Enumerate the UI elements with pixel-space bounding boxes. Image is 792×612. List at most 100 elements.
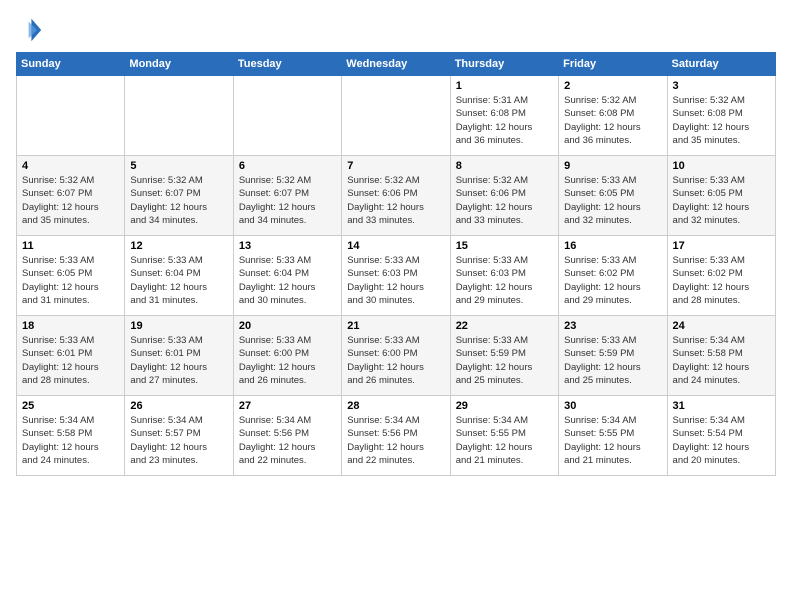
logo-icon: [16, 16, 44, 44]
day-info: Sunrise: 5:33 AM Sunset: 6:02 PM Dayligh…: [564, 254, 661, 307]
day-number: 6: [239, 160, 336, 172]
calendar-week-row: 25 Sunrise: 5:34 AM Sunset: 5:58 PM Dayli…: [17, 396, 776, 476]
day-info: Sunrise: 5:33 AM Sunset: 6:00 PM Dayligh…: [239, 334, 336, 387]
day-number: 25: [22, 400, 119, 412]
calendar-cell: 29 Sunrise: 5:34 AM Sunset: 5:55 PM Dayli…: [450, 396, 558, 476]
weekday-header-row: SundayMondayTuesdayWednesdayThursdayFrid…: [17, 53, 776, 76]
day-info: Sunrise: 5:34 AM Sunset: 5:55 PM Dayligh…: [564, 414, 661, 467]
day-info: Sunrise: 5:33 AM Sunset: 6:00 PM Dayligh…: [347, 334, 444, 387]
day-number: 17: [673, 240, 770, 252]
day-info: Sunrise: 5:33 AM Sunset: 5:59 PM Dayligh…: [564, 334, 661, 387]
calendar-cell: 14 Sunrise: 5:33 AM Sunset: 6:03 PM Dayli…: [342, 236, 450, 316]
day-info: Sunrise: 5:32 AM Sunset: 6:06 PM Dayligh…: [347, 174, 444, 227]
day-number: 5: [130, 160, 227, 172]
day-info: Sunrise: 5:34 AM Sunset: 5:55 PM Dayligh…: [456, 414, 553, 467]
day-info: Sunrise: 5:34 AM Sunset: 5:54 PM Dayligh…: [673, 414, 770, 467]
calendar-cell: 20 Sunrise: 5:33 AM Sunset: 6:00 PM Dayli…: [233, 316, 341, 396]
day-number: 2: [564, 80, 661, 92]
calendar-cell: 31 Sunrise: 5:34 AM Sunset: 5:54 PM Dayli…: [667, 396, 775, 476]
calendar-week-row: 18 Sunrise: 5:33 AM Sunset: 6:01 PM Dayli…: [17, 316, 776, 396]
calendar-cell: 10 Sunrise: 5:33 AM Sunset: 6:05 PM Dayli…: [667, 156, 775, 236]
calendar-cell: 3Sunrise: 5:32 AM Sunset: 6:08 PM Daylig…: [667, 76, 775, 156]
calendar-cell: 2Sunrise: 5:32 AM Sunset: 6:08 PM Daylig…: [559, 76, 667, 156]
day-number: 1: [456, 80, 553, 92]
calendar-cell: 17Sunrise: 5:33 AM Sunset: 6:02 PM Dayli…: [667, 236, 775, 316]
calendar-cell: 21Sunrise: 5:33 AM Sunset: 6:00 PM Dayli…: [342, 316, 450, 396]
calendar-cell: 6Sunrise: 5:32 AM Sunset: 6:07 PM Daylig…: [233, 156, 341, 236]
calendar-cell: 19 Sunrise: 5:33 AM Sunset: 6:01 PM Dayli…: [125, 316, 233, 396]
calendar-cell: 4 Sunrise: 5:32 AM Sunset: 6:07 PM Daylig…: [17, 156, 125, 236]
logo: [16, 16, 48, 44]
calendar-cell: [233, 76, 341, 156]
weekday-header-saturday: Saturday: [667, 53, 775, 76]
day-info: Sunrise: 5:31 AM Sunset: 6:08 PM Dayligh…: [456, 94, 553, 147]
day-number: 22: [456, 320, 553, 332]
day-number: 10: [673, 160, 770, 172]
day-info: Sunrise: 5:33 AM Sunset: 6:03 PM Dayligh…: [347, 254, 444, 307]
day-number: 30: [564, 400, 661, 412]
calendar-cell: [125, 76, 233, 156]
calendar-cell: [17, 76, 125, 156]
day-number: 8: [456, 160, 553, 172]
day-number: 7: [347, 160, 444, 172]
weekday-header-monday: Monday: [125, 53, 233, 76]
day-info: Sunrise: 5:33 AM Sunset: 6:05 PM Dayligh…: [673, 174, 770, 227]
day-number: 18: [22, 320, 119, 332]
day-number: 24: [673, 320, 770, 332]
calendar-week-row: 4 Sunrise: 5:32 AM Sunset: 6:07 PM Daylig…: [17, 156, 776, 236]
calendar-table: SundayMondayTuesdayWednesdayThursdayFrid…: [16, 52, 776, 476]
day-number: 31: [673, 400, 770, 412]
calendar-cell: 11 Sunrise: 5:33 AM Sunset: 6:05 PM Dayli…: [17, 236, 125, 316]
day-info: Sunrise: 5:33 AM Sunset: 6:05 PM Dayligh…: [22, 254, 119, 307]
calendar-cell: 5Sunrise: 5:32 AM Sunset: 6:07 PM Daylig…: [125, 156, 233, 236]
day-number: 27: [239, 400, 336, 412]
day-number: 9: [564, 160, 661, 172]
calendar-cell: 23 Sunrise: 5:33 AM Sunset: 5:59 PM Dayli…: [559, 316, 667, 396]
calendar-cell: 18 Sunrise: 5:33 AM Sunset: 6:01 PM Dayli…: [17, 316, 125, 396]
day-info: Sunrise: 5:33 AM Sunset: 6:04 PM Dayligh…: [130, 254, 227, 307]
day-number: 16: [564, 240, 661, 252]
calendar-cell: 1 Sunrise: 5:31 AM Sunset: 6:08 PM Daylig…: [450, 76, 558, 156]
weekday-header-thursday: Thursday: [450, 53, 558, 76]
calendar-cell: 26Sunrise: 5:34 AM Sunset: 5:57 PM Dayli…: [125, 396, 233, 476]
calendar-cell: 9 Sunrise: 5:33 AM Sunset: 6:05 PM Daylig…: [559, 156, 667, 236]
day-info: Sunrise: 5:34 AM Sunset: 5:56 PM Dayligh…: [239, 414, 336, 467]
calendar-cell: 13Sunrise: 5:33 AM Sunset: 6:04 PM Dayli…: [233, 236, 341, 316]
calendar-cell: [342, 76, 450, 156]
day-info: Sunrise: 5:33 AM Sunset: 6:01 PM Dayligh…: [22, 334, 119, 387]
weekday-header-tuesday: Tuesday: [233, 53, 341, 76]
day-info: Sunrise: 5:34 AM Sunset: 5:58 PM Dayligh…: [673, 334, 770, 387]
day-number: 29: [456, 400, 553, 412]
day-info: Sunrise: 5:34 AM Sunset: 5:56 PM Dayligh…: [347, 414, 444, 467]
day-info: Sunrise: 5:32 AM Sunset: 6:06 PM Dayligh…: [456, 174, 553, 227]
day-number: 11: [22, 240, 119, 252]
day-info: Sunrise: 5:34 AM Sunset: 5:57 PM Dayligh…: [130, 414, 227, 467]
day-number: 19: [130, 320, 227, 332]
calendar-cell: 15 Sunrise: 5:33 AM Sunset: 6:03 PM Dayli…: [450, 236, 558, 316]
calendar-cell: 7 Sunrise: 5:32 AM Sunset: 6:06 PM Daylig…: [342, 156, 450, 236]
weekday-header-wednesday: Wednesday: [342, 53, 450, 76]
day-info: Sunrise: 5:33 AM Sunset: 5:59 PM Dayligh…: [456, 334, 553, 387]
day-info: Sunrise: 5:33 AM Sunset: 6:04 PM Dayligh…: [239, 254, 336, 307]
day-number: 12: [130, 240, 227, 252]
day-info: Sunrise: 5:33 AM Sunset: 6:05 PM Dayligh…: [564, 174, 661, 227]
day-info: Sunrise: 5:32 AM Sunset: 6:07 PM Dayligh…: [22, 174, 119, 227]
calendar-cell: 28Sunrise: 5:34 AM Sunset: 5:56 PM Dayli…: [342, 396, 450, 476]
calendar-cell: 12 Sunrise: 5:33 AM Sunset: 6:04 PM Dayli…: [125, 236, 233, 316]
page-header: [16, 16, 776, 44]
weekday-header-friday: Friday: [559, 53, 667, 76]
calendar-cell: 30 Sunrise: 5:34 AM Sunset: 5:55 PM Dayli…: [559, 396, 667, 476]
day-number: 20: [239, 320, 336, 332]
day-number: 15: [456, 240, 553, 252]
day-info: Sunrise: 5:33 AM Sunset: 6:01 PM Dayligh…: [130, 334, 227, 387]
day-number: 14: [347, 240, 444, 252]
calendar-cell: 16 Sunrise: 5:33 AM Sunset: 6:02 PM Dayli…: [559, 236, 667, 316]
calendar-cell: 25 Sunrise: 5:34 AM Sunset: 5:58 PM Dayli…: [17, 396, 125, 476]
calendar-cell: 8 Sunrise: 5:32 AM Sunset: 6:06 PM Daylig…: [450, 156, 558, 236]
day-info: Sunrise: 5:34 AM Sunset: 5:58 PM Dayligh…: [22, 414, 119, 467]
calendar-week-row: 1 Sunrise: 5:31 AM Sunset: 6:08 PM Daylig…: [17, 76, 776, 156]
day-number: 4: [22, 160, 119, 172]
day-info: Sunrise: 5:33 AM Sunset: 6:03 PM Dayligh…: [456, 254, 553, 307]
day-number: 23: [564, 320, 661, 332]
day-number: 3: [673, 80, 770, 92]
